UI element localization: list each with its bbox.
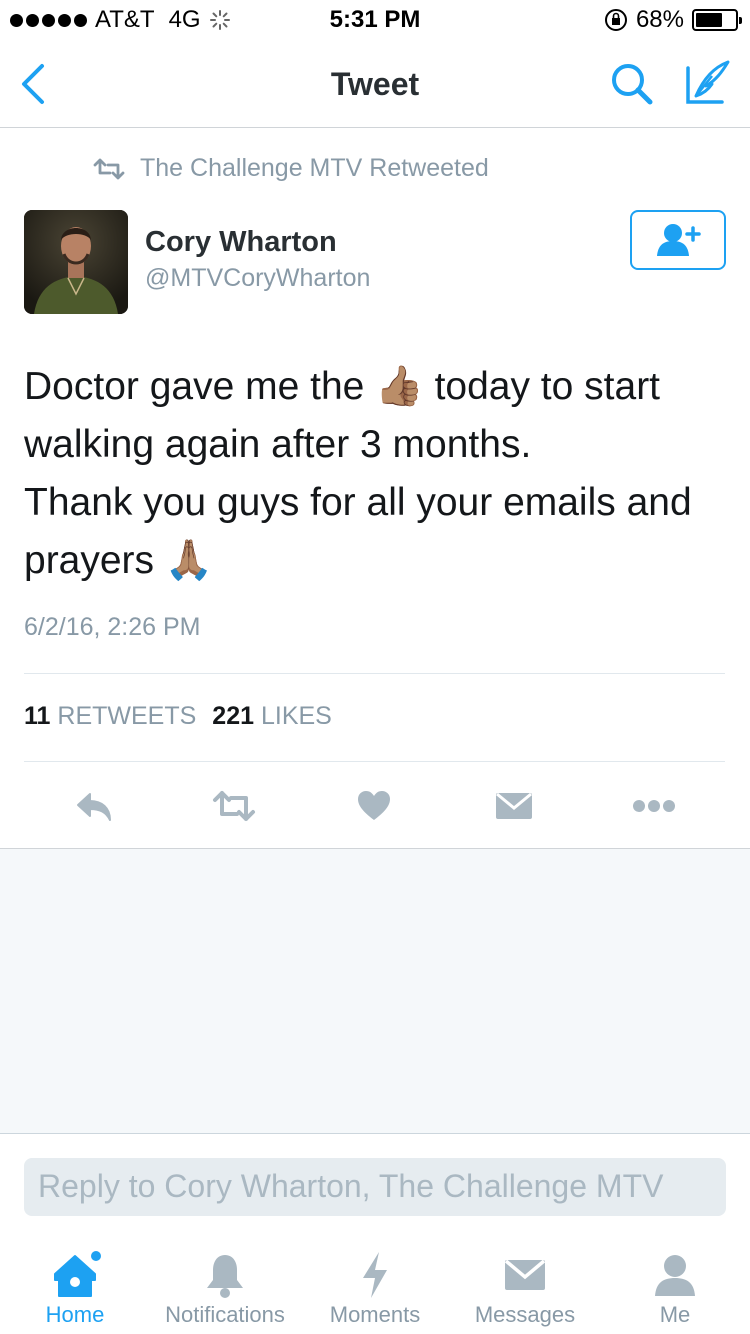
tab-messages[interactable]: Messages bbox=[450, 1236, 600, 1334]
tweet-text-part1: Doctor gave me the bbox=[24, 365, 376, 408]
tweet-timestamp: 6/2/16, 2:26 PM bbox=[24, 613, 201, 641]
empty-replies-area bbox=[0, 849, 750, 1134]
likes-count: 221 bbox=[212, 702, 255, 730]
praying-hands-emoji: 🙏🏽 bbox=[164, 539, 214, 582]
heart-icon bbox=[358, 791, 390, 820]
search-icon bbox=[612, 64, 653, 105]
retweets-label: RETWEETS bbox=[57, 702, 197, 730]
nav-bar: Tweet bbox=[0, 40, 750, 128]
retweets-count: 11 bbox=[24, 702, 51, 730]
battery-icon bbox=[692, 9, 742, 31]
retweets-stat[interactable]: 11 RETWEETS bbox=[24, 702, 196, 731]
likes-stat[interactable]: 221 LIKES bbox=[212, 702, 332, 731]
status-bar: AT&T 4G 5:31 PM 68% bbox=[0, 0, 750, 40]
orientation-lock-icon bbox=[604, 9, 627, 31]
bell-icon bbox=[207, 1255, 243, 1298]
reply-input[interactable]: Reply to Cory Wharton, The Challenge MTV bbox=[24, 1158, 726, 1216]
avatar[interactable] bbox=[24, 210, 128, 314]
retweet-icon bbox=[93, 158, 125, 179]
tab-home-label: Home bbox=[45, 1302, 105, 1327]
envelope-icon bbox=[504, 1259, 546, 1290]
home-icon bbox=[54, 1251, 101, 1297]
reply-button[interactable] bbox=[72, 786, 116, 826]
author-handle[interactable]: @MTVCoryWharton bbox=[145, 264, 370, 293]
status-bar-right: 68% bbox=[604, 6, 742, 34]
tab-bar: Home Notifications Moments Messages Me bbox=[0, 1236, 750, 1334]
compose-icon bbox=[686, 60, 730, 104]
author-name[interactable]: Cory Wharton bbox=[145, 226, 337, 259]
retweet-button[interactable] bbox=[212, 786, 256, 826]
tab-messages-label: Messages bbox=[474, 1302, 576, 1327]
more-options-button[interactable] bbox=[632, 786, 676, 826]
retweeted-by-line[interactable]: The Challenge MTV Retweeted bbox=[92, 154, 489, 183]
tab-notifications-label: Notifications bbox=[165, 1302, 285, 1327]
more-icon bbox=[633, 800, 675, 812]
thumbs-up-emoji: 👍🏽 bbox=[375, 365, 424, 408]
tweet-actions bbox=[0, 778, 750, 834]
envelope-icon bbox=[496, 792, 532, 819]
tab-me[interactable]: Me bbox=[600, 1236, 750, 1334]
tweet-stats: 11 RETWEETS 221 LIKES bbox=[24, 702, 332, 731]
likes-label: LIKES bbox=[260, 702, 332, 730]
reply-bar: Reply to Cory Wharton, The Challenge MTV bbox=[0, 1134, 750, 1234]
retweeted-by-label: The Challenge MTV Retweeted bbox=[140, 154, 489, 182]
tab-notifications[interactable]: Notifications bbox=[150, 1236, 300, 1334]
reply-icon bbox=[77, 793, 111, 821]
divider bbox=[24, 761, 725, 762]
tab-me-label: Me bbox=[659, 1302, 691, 1327]
tab-moments[interactable]: Moments bbox=[300, 1236, 450, 1334]
tab-home[interactable]: Home bbox=[0, 1236, 150, 1334]
like-button[interactable] bbox=[352, 786, 396, 826]
compose-tweet-button[interactable] bbox=[682, 58, 732, 108]
tweet-text: Doctor gave me the 👍🏽 today to start wal… bbox=[24, 358, 724, 590]
retweet-icon bbox=[213, 791, 255, 821]
search-button[interactable] bbox=[608, 60, 656, 108]
person-icon bbox=[655, 1255, 695, 1296]
add-user-icon bbox=[657, 224, 701, 256]
profile-photo bbox=[24, 210, 128, 314]
direct-message-button[interactable] bbox=[492, 786, 536, 826]
reply-placeholder: Reply to Cory Wharton, The Challenge MTV bbox=[38, 1168, 664, 1204]
lightning-icon bbox=[363, 1252, 387, 1298]
follow-button[interactable] bbox=[630, 210, 726, 270]
divider bbox=[24, 673, 725, 674]
tab-moments-label: Moments bbox=[329, 1302, 421, 1327]
battery-percent: 68% bbox=[635, 6, 684, 33]
